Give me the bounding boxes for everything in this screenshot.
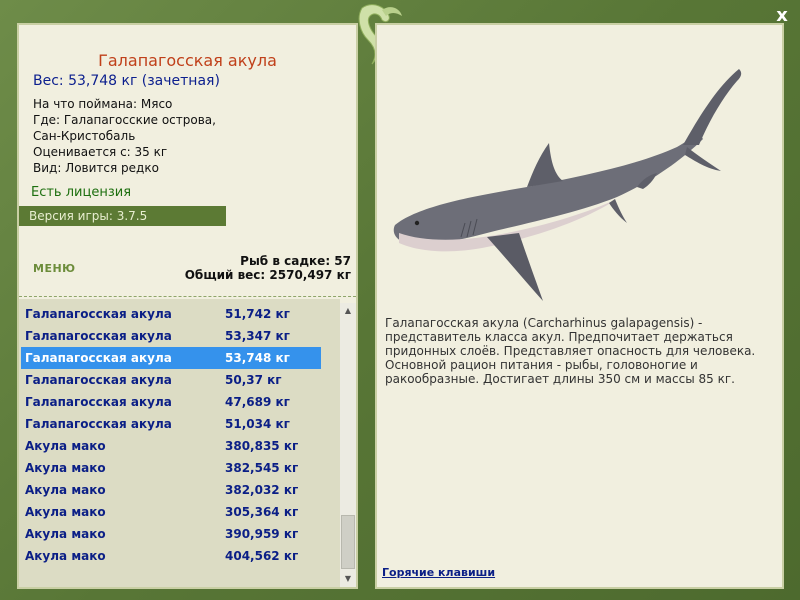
fish-name: Галапагосская акула bbox=[25, 351, 172, 365]
keepnet-stats: Рыб в садке: 57 Общий вес: 2570,497 кг bbox=[185, 254, 351, 282]
info-location: Где: Галапагосские острова, bbox=[33, 113, 216, 127]
hotkeys-link[interactable]: Горячие клавиши bbox=[382, 566, 495, 579]
fish-name: Акула мако bbox=[25, 439, 106, 453]
list-item[interactable]: Галапагосская акула 53,748 кг bbox=[21, 347, 321, 369]
fish-weight-value: 51,034 кг bbox=[225, 417, 290, 431]
list-item[interactable]: Галапагосская акула 51,034 кг bbox=[21, 413, 321, 435]
info-location-detail: Сан-Кристобаль bbox=[33, 129, 136, 143]
fish-name: Акула мако bbox=[25, 549, 106, 563]
total-weight: Общий вес: 2570,497 кг bbox=[184, 268, 351, 282]
list-item[interactable]: Акула мако 382,545 кг bbox=[21, 457, 321, 479]
fish-weight-value: 53,748 кг bbox=[225, 351, 290, 365]
fish-info-panel: Галапагосская акула Вес: 53,748 кг (заче… bbox=[17, 23, 358, 589]
fish-name: Акула мако bbox=[25, 505, 106, 519]
fish-name: Галапагосская акула bbox=[25, 329, 172, 343]
fish-weight: Вес: 53,748 кг (зачетная) bbox=[33, 73, 220, 89]
fish-weight-value: 50,37 кг bbox=[225, 373, 282, 387]
divider bbox=[19, 296, 356, 297]
info-min-weight: Оценивается с: 35 кг bbox=[33, 145, 168, 159]
chevron-down-icon: ▼ bbox=[344, 574, 352, 583]
fish-name: Акула мако bbox=[25, 527, 106, 541]
fish-count: Рыб в садке: 57 bbox=[240, 254, 351, 268]
fish-name: Акула мако bbox=[25, 461, 106, 475]
fish-name: Галапагосская акула bbox=[25, 395, 172, 409]
app-frame: x Галапагосская акула Вес: 53,748 кг (за… bbox=[0, 0, 800, 600]
scroll-thumb[interactable] bbox=[341, 515, 355, 569]
fish-weight-value: 390,959 кг bbox=[225, 527, 299, 541]
list-item[interactable]: Акула мако 382,032 кг bbox=[21, 479, 321, 501]
fish-title: Галапагосская акула bbox=[98, 51, 277, 70]
fish-weight-value: 305,364 кг bbox=[225, 505, 299, 519]
fish-weight-value: 51,742 кг bbox=[225, 307, 290, 321]
menu-button[interactable]: МЕНЮ bbox=[33, 262, 76, 275]
fish-weight-value: 47,689 кг bbox=[225, 395, 290, 409]
info-bait: На что поймана: Мясо bbox=[33, 97, 173, 111]
fish-weight-value: 380,835 кг bbox=[225, 439, 299, 453]
scroll-up-button[interactable]: ▲ bbox=[340, 303, 356, 319]
fish-weight-value: 404,562 кг bbox=[225, 549, 299, 563]
list-item[interactable]: Акула мако 380,835 кг bbox=[21, 435, 321, 457]
list-item[interactable]: Акула мако 305,364 кг bbox=[21, 501, 321, 523]
fish-name: Акула мако bbox=[25, 483, 106, 497]
license-status: Есть лицензия bbox=[31, 185, 132, 200]
fish-detail-panel: Галапагосская акула (Carcharhinus galapa… bbox=[375, 23, 784, 589]
info-rarity: Вид: Ловится редко bbox=[33, 161, 159, 175]
scrollbar[interactable]: ▲ ▼ bbox=[340, 303, 356, 587]
list-item[interactable]: Галапагосская акула 51,742 кг bbox=[21, 303, 321, 325]
fish-weight-value: 53,347 кг bbox=[225, 329, 290, 343]
fish-name: Галапагосская акула bbox=[25, 373, 172, 387]
chevron-up-icon: ▲ bbox=[344, 306, 352, 315]
scroll-down-button[interactable]: ▼ bbox=[340, 571, 356, 587]
catch-list[interactable]: Галапагосская акула 51,742 кг Галапагосска… bbox=[19, 299, 340, 587]
list-item[interactable]: Галапагосская акула 50,37 кг bbox=[21, 369, 321, 391]
version-bar: Версия игры: 3.7.5 bbox=[19, 206, 226, 226]
fish-name: Галапагосская акула bbox=[25, 307, 172, 321]
list-item[interactable]: Галапагосская акула 53,347 кг bbox=[21, 325, 321, 347]
list-item[interactable]: Акула мако 390,959 кг bbox=[21, 523, 321, 545]
shark-image bbox=[393, 69, 742, 301]
fish-description: Галапагосская акула (Carcharhinus galapa… bbox=[385, 316, 756, 386]
list-item[interactable]: Акула мако 404,562 кг bbox=[21, 545, 321, 567]
fish-name: Галапагосская акула bbox=[25, 417, 172, 431]
fish-weight-value: 382,545 кг bbox=[225, 461, 299, 475]
fish-weight-value: 382,032 кг bbox=[225, 483, 299, 497]
list-item[interactable]: Галапагосская акула 47,689 кг bbox=[21, 391, 321, 413]
